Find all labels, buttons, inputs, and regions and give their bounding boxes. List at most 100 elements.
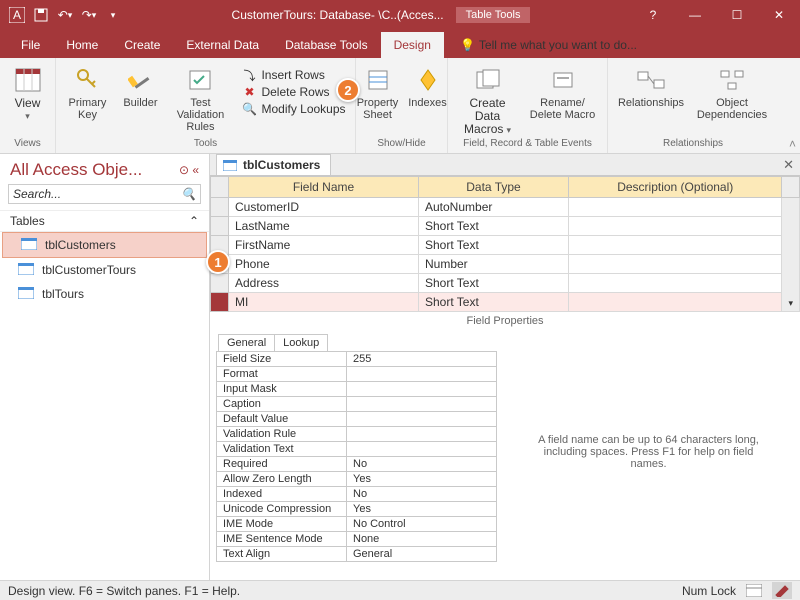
- prop-tab-general[interactable]: General: [218, 334, 275, 351]
- property-row[interactable]: RequiredNo: [217, 457, 497, 472]
- field-row[interactable]: CustomerIDAutoNumber▾: [211, 198, 800, 217]
- nav-item-tblcustomers[interactable]: tblCustomers: [2, 232, 207, 258]
- minimize-button[interactable]: —: [680, 8, 710, 22]
- qat-more-icon[interactable]: ▾: [102, 4, 124, 26]
- description-cell[interactable]: [569, 236, 782, 255]
- insert-rows-button[interactable]: ⤵Insert Rows: [238, 67, 348, 83]
- delete-rows-button[interactable]: ✖Delete Rows: [238, 84, 348, 100]
- nav-header[interactable]: All Access Obje...: [10, 160, 142, 180]
- tab-externaldata[interactable]: External Data: [173, 32, 272, 58]
- data-type-cell[interactable]: AutoNumber: [419, 198, 569, 217]
- field-row[interactable]: FirstNameShort Text: [211, 236, 800, 255]
- property-row[interactable]: Format: [217, 367, 497, 382]
- field-name-cell[interactable]: LastName: [229, 217, 419, 236]
- prop-value[interactable]: [347, 412, 497, 427]
- data-type-cell[interactable]: Short Text: [419, 236, 569, 255]
- ribbon-collapse-icon[interactable]: ˄: [789, 137, 796, 151]
- indexes-button[interactable]: Indexes: [407, 63, 449, 111]
- field-name-cell[interactable]: FirstName: [229, 236, 419, 255]
- col-fieldname[interactable]: Field Name: [229, 177, 419, 198]
- property-row[interactable]: Input Mask: [217, 382, 497, 397]
- prop-value[interactable]: Yes: [347, 502, 497, 517]
- property-row[interactable]: Default Value: [217, 412, 497, 427]
- field-name-cell[interactable]: Address: [229, 274, 419, 293]
- nav-item-tbltours[interactable]: tblTours: [0, 282, 209, 306]
- property-row[interactable]: Text AlignGeneral: [217, 547, 497, 562]
- data-type-cell[interactable]: Short Text: [419, 274, 569, 293]
- view-design-icon[interactable]: [772, 582, 792, 599]
- close-button[interactable]: ✕: [764, 8, 794, 22]
- field-row[interactable]: PhoneNumber: [211, 255, 800, 274]
- field-row[interactable]: MIShort Text: [211, 293, 800, 312]
- property-row[interactable]: Field Size255: [217, 352, 497, 367]
- prop-value[interactable]: 255: [347, 352, 497, 367]
- scroll-down-icon[interactable]: ▾: [782, 198, 800, 312]
- prop-value[interactable]: No Control: [347, 517, 497, 532]
- save-icon[interactable]: [30, 4, 52, 26]
- create-data-macros-button[interactable]: Create Data Macros ▾: [456, 63, 520, 138]
- data-type-cell[interactable]: Short Text: [419, 217, 569, 236]
- property-row[interactable]: IndexedNo: [217, 487, 497, 502]
- field-name-cell[interactable]: CustomerID: [229, 198, 419, 217]
- maximize-button[interactable]: ☐: [722, 8, 752, 22]
- prop-value[interactable]: No: [347, 457, 497, 472]
- prop-value[interactable]: No: [347, 487, 497, 502]
- prop-value[interactable]: [347, 382, 497, 397]
- col-description[interactable]: Description (Optional): [569, 177, 782, 198]
- row-selector[interactable]: [211, 274, 229, 293]
- tab-home[interactable]: Home: [53, 32, 111, 58]
- nav-item-tblcustomertours[interactable]: tblCustomerTours: [0, 258, 209, 282]
- prop-value[interactable]: [347, 427, 497, 442]
- object-dependencies-button[interactable]: Object Dependencies: [693, 63, 771, 123]
- prop-tab-lookup[interactable]: Lookup: [275, 334, 328, 351]
- description-cell[interactable]: [569, 293, 782, 312]
- col-expand[interactable]: [782, 177, 800, 198]
- property-row[interactable]: Validation Rule: [217, 427, 497, 442]
- property-row[interactable]: IME ModeNo Control: [217, 517, 497, 532]
- col-datatype[interactable]: Data Type: [419, 177, 569, 198]
- rename-delete-macro-button[interactable]: Rename/ Delete Macro: [526, 63, 600, 123]
- builder-button[interactable]: Builder: [118, 63, 162, 111]
- undo-icon[interactable]: ↶▾: [54, 4, 76, 26]
- prop-value[interactable]: [347, 397, 497, 412]
- row-selector[interactable]: [211, 293, 229, 312]
- document-close-icon[interactable]: ✕: [783, 157, 794, 173]
- tab-file[interactable]: File: [8, 32, 53, 58]
- prop-value[interactable]: None: [347, 532, 497, 547]
- nav-dropdown-icon[interactable]: ⊙ «: [179, 163, 199, 177]
- relationships-button[interactable]: Relationships: [615, 63, 687, 111]
- property-row[interactable]: Caption: [217, 397, 497, 412]
- description-cell[interactable]: [569, 255, 782, 274]
- field-name-cell[interactable]: MI: [229, 293, 419, 312]
- prop-value[interactable]: Yes: [347, 472, 497, 487]
- primary-key-button[interactable]: Primary Key: [62, 63, 112, 123]
- help-button[interactable]: ?: [638, 8, 668, 22]
- redo-icon[interactable]: ↷▾: [78, 4, 100, 26]
- data-type-cell[interactable]: Short Text: [419, 293, 569, 312]
- tab-design[interactable]: Design: [381, 32, 444, 58]
- prop-value[interactable]: [347, 367, 497, 382]
- tab-create[interactable]: Create: [111, 32, 173, 58]
- view-datasheet-icon[interactable]: [746, 584, 762, 597]
- row-selector[interactable]: [211, 198, 229, 217]
- view-button[interactable]: View▾: [3, 63, 53, 124]
- nav-search[interactable]: Search...🔍: [8, 184, 201, 204]
- nav-section-tables[interactable]: Tables⌃: [0, 210, 209, 232]
- prop-value[interactable]: General: [347, 547, 497, 562]
- field-name-cell[interactable]: Phone: [229, 255, 419, 274]
- property-sheet-button[interactable]: Property Sheet: [355, 63, 401, 123]
- test-validation-button[interactable]: Test Validation Rules: [168, 63, 232, 135]
- property-row[interactable]: Allow Zero LengthYes: [217, 472, 497, 487]
- select-all[interactable]: [211, 177, 229, 198]
- tell-me[interactable]: 💡Tell me what you want to do...: [450, 32, 647, 58]
- prop-value[interactable]: [347, 442, 497, 457]
- field-row[interactable]: AddressShort Text: [211, 274, 800, 293]
- data-type-cell[interactable]: Number: [419, 255, 569, 274]
- description-cell[interactable]: [569, 274, 782, 293]
- field-row[interactable]: LastNameShort Text: [211, 217, 800, 236]
- description-cell[interactable]: [569, 217, 782, 236]
- property-row[interactable]: Validation Text: [217, 442, 497, 457]
- property-row[interactable]: IME Sentence ModeNone: [217, 532, 497, 547]
- description-cell[interactable]: [569, 198, 782, 217]
- document-tab[interactable]: tblCustomers: [216, 154, 331, 175]
